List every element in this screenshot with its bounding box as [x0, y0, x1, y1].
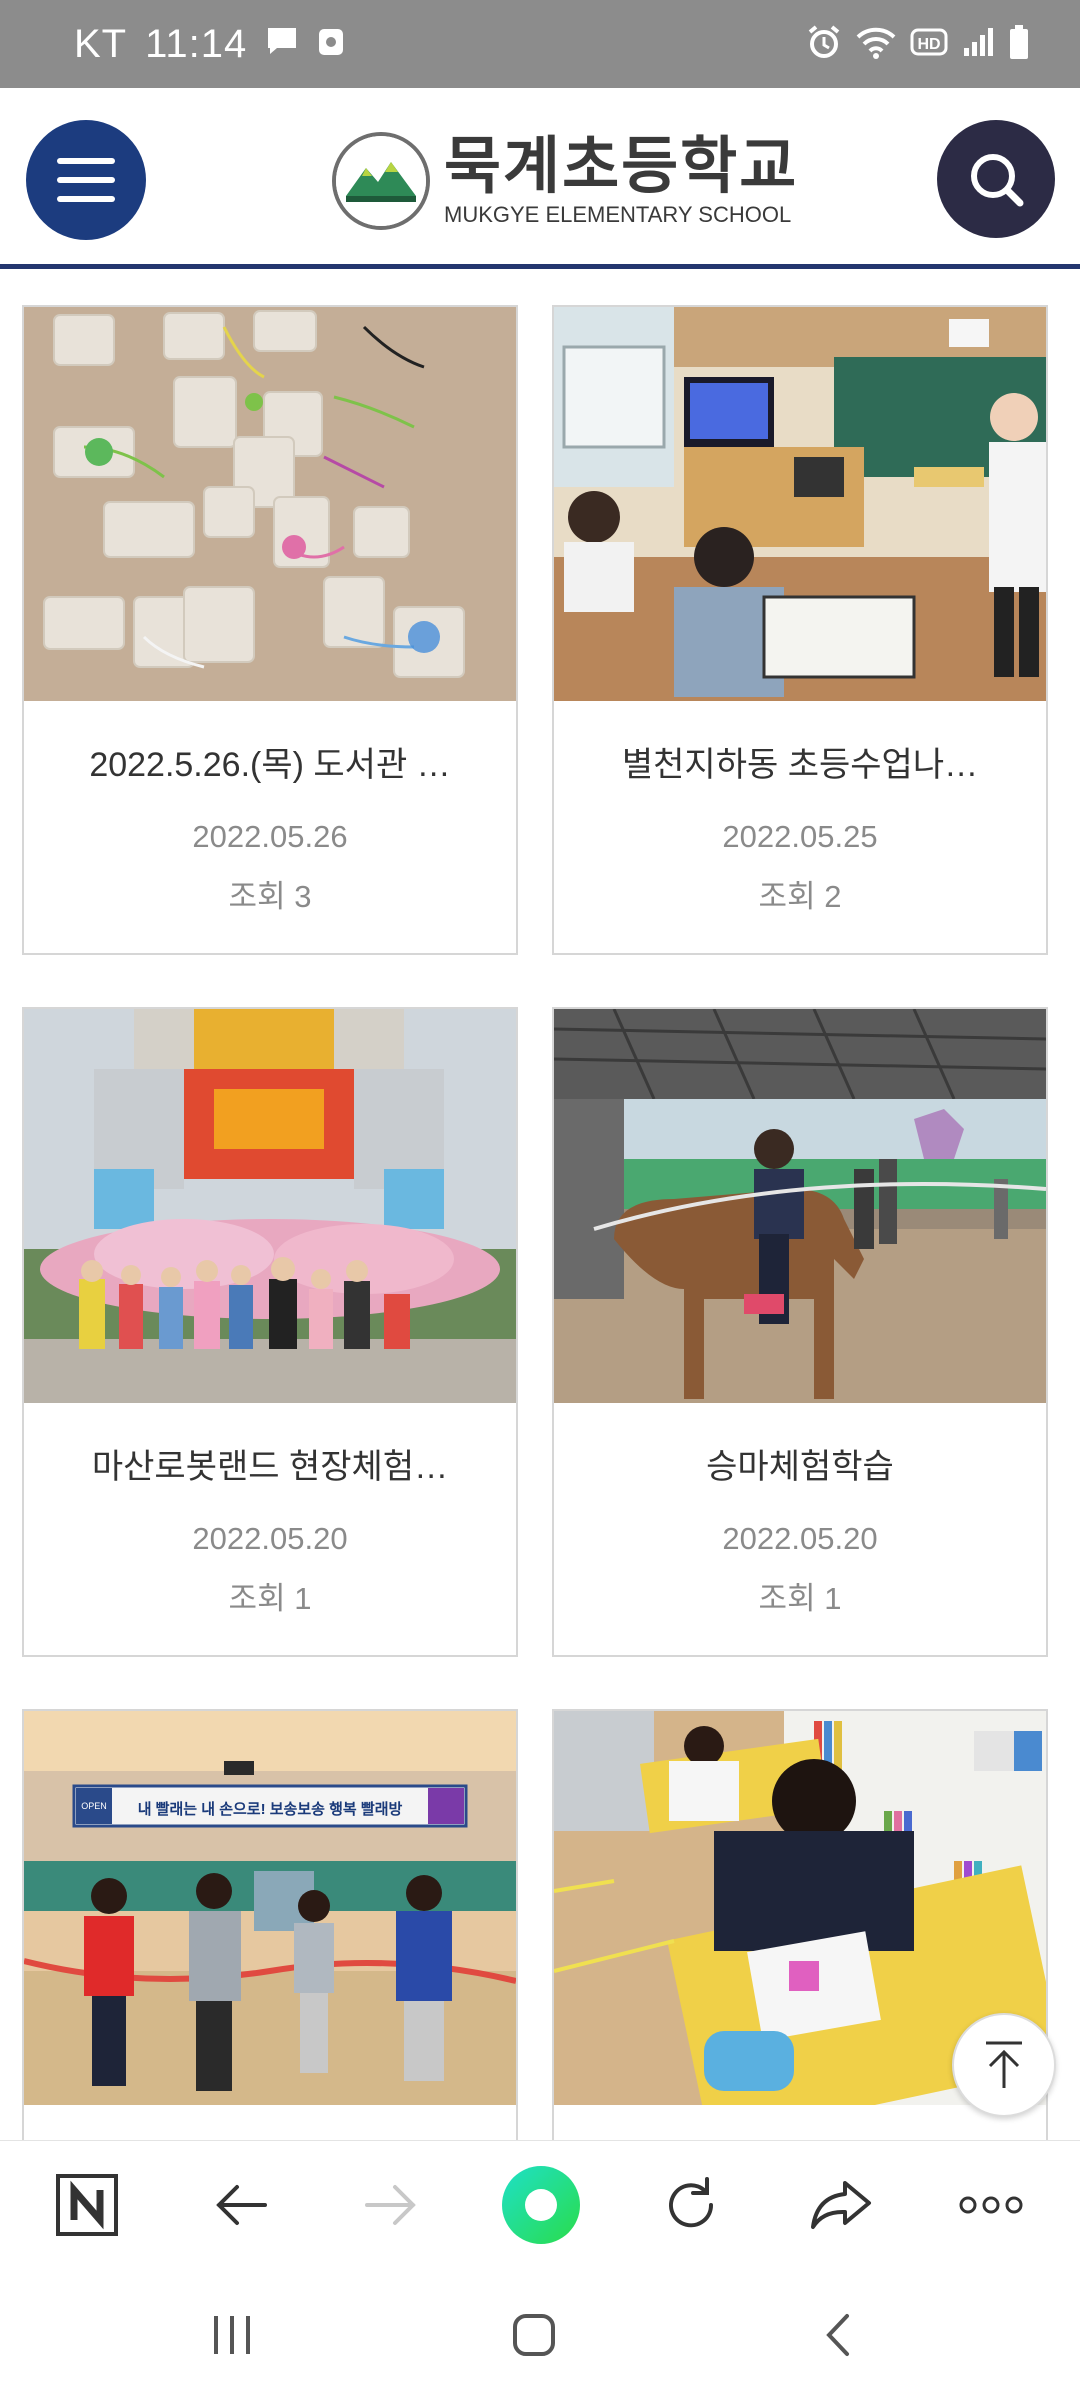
green-dot-icon: [502, 2166, 580, 2244]
post-title[interactable]: 마산로봇랜드 현장체험…: [44, 1439, 496, 1488]
recent-apps-button[interactable]: [182, 2290, 282, 2380]
menu-bar: [57, 177, 115, 183]
reload-icon: [669, 2177, 714, 2228]
screen: KT 11:14 HD 묵계초등학교 MUKGYE ELEMENTARY SCH…: [0, 0, 1080, 2400]
post-views: 조회 3: [228, 879, 312, 914]
status-bar: KT 11:14 HD: [0, 0, 1080, 88]
arrow-up-icon: [986, 2041, 1022, 2088]
post-thumbnail[interactable]: [554, 307, 1046, 701]
recent-apps-icon: [214, 2316, 250, 2354]
post-card[interactable]: 별천지하동 초등수업나… 2022.05.25 조회 2: [552, 305, 1048, 955]
menu-bar: [57, 196, 115, 202]
search-button[interactable]: [937, 120, 1055, 238]
post-date: 2022.05.20: [722, 1521, 878, 1556]
more-button[interactable]: [946, 2160, 1036, 2250]
clock: 11:14: [145, 21, 248, 66]
more-icon: [959, 2196, 1023, 2214]
school-name-korean: 묵계초등학교: [444, 132, 799, 201]
post-views: 조회 1: [228, 1581, 312, 1616]
scroll-to-top-button[interactable]: [952, 2013, 1056, 2117]
naver-home-icon: [56, 2174, 118, 2236]
back-button[interactable]: [196, 2160, 286, 2250]
post-title[interactable]: 별천지하동 초등수업나…: [574, 737, 1026, 786]
school-name-english: MUKGYE ELEMENTARY SCHOOL: [444, 202, 792, 227]
menu-bar: [57, 158, 115, 164]
green-dot-button[interactable]: [496, 2160, 586, 2250]
battery-icon: [1008, 24, 1030, 65]
post-views: 조회 2: [758, 879, 842, 914]
open-badge: OPEN: [81, 1801, 107, 1811]
post-thumbnail[interactable]: [554, 1009, 1046, 1403]
post-thumbnail[interactable]: 내 빨래는 내 손으로! 보송보송 행복 빨래방 OPEN: [24, 1711, 516, 2105]
signal-icon: [962, 26, 994, 63]
chevron-left-icon: [826, 2314, 849, 2356]
post-date: 2022.05.20: [192, 1521, 348, 1556]
post-thumbnail[interactable]: [24, 307, 516, 701]
laundry-banner-text: 내 빨래는 내 손으로! 보송보송 행복 빨래방: [138, 1800, 403, 1818]
menu-button[interactable]: [26, 120, 146, 240]
search-icon: [971, 154, 1024, 207]
school-logo[interactable]: 묵계초등학교 MUKGYE ELEMENTARY SCHOOL: [332, 132, 798, 230]
hd-label: HD: [917, 36, 940, 53]
post-card[interactable]: 2022.5.26.(목) 도서관 … 2022.05.26 조회 3: [22, 305, 518, 955]
hd-icon: HD: [910, 27, 948, 62]
naver-home-button[interactable]: [42, 2160, 132, 2250]
school-emblem-icon: [332, 132, 430, 230]
home-button[interactable]: [484, 2290, 584, 2380]
message-icon: [265, 22, 299, 67]
post-views: 조회 1: [758, 1581, 842, 1616]
carrier-label: KT: [74, 21, 128, 66]
post-title[interactable]: 승마체험학습: [574, 1439, 1026, 1488]
share-button[interactable]: [796, 2160, 886, 2250]
notification-badge-icon: [317, 22, 345, 67]
back-icon: [216, 2185, 267, 2225]
wifi-icon: [856, 25, 896, 64]
post-date: 2022.05.26: [192, 819, 348, 854]
alarm-icon: [806, 24, 842, 65]
home-icon: [513, 2314, 555, 2356]
post-thumbnail[interactable]: [24, 1009, 516, 1403]
reload-button[interactable]: [646, 2160, 736, 2250]
post-date: 2022.05.25: [722, 819, 878, 854]
forward-icon: [365, 2185, 416, 2225]
header-divider: [0, 264, 1080, 269]
post-title[interactable]: 2022.5.26.(목) 도서관 …: [44, 737, 496, 786]
share-icon: [811, 2181, 871, 2229]
forward-button[interactable]: [346, 2160, 436, 2250]
post-card[interactable]: 마산로봇랜드 현장체험… 2022.05.20 조회 1: [22, 1007, 518, 1657]
system-back-button[interactable]: [788, 2290, 888, 2380]
post-card[interactable]: 내 빨래는 내 손으로! 보송보송 행복 빨래방 OPEN: [22, 1709, 518, 2149]
post-card[interactable]: 승마체험학습 2022.05.20 조회 1: [552, 1007, 1048, 1657]
